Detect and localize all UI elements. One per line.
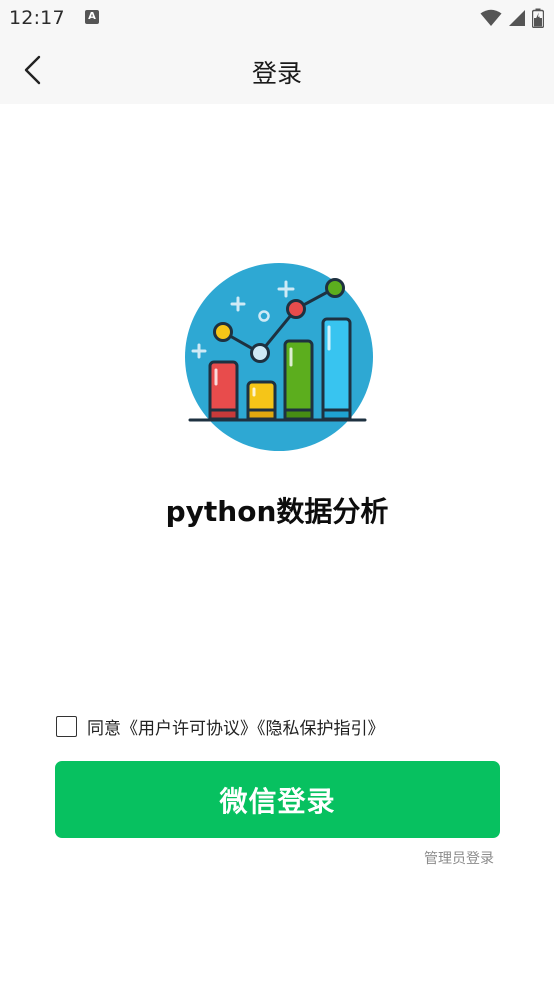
- a-icon: A: [85, 10, 99, 24]
- privacy-guide-link[interactable]: 《隐私保护指引》: [257, 719, 385, 739]
- admin-login-link[interactable]: 管理员登录: [424, 848, 494, 868]
- agreement-row: 同意《用户许可协议》《隐私保护指引》: [56, 714, 385, 739]
- user-license-link[interactable]: 《用户许可协议》: [121, 719, 257, 739]
- wifi-icon: [480, 9, 502, 26]
- nav-bar: 登录: [0, 36, 554, 104]
- status-bar: 12:17 A: [0, 0, 554, 36]
- agreement-checkbox[interactable]: [56, 715, 77, 737]
- app-name: python数据分析: [165, 495, 389, 528]
- agreement-text: 同意《用户许可协议》《隐私保护指引》: [87, 714, 385, 739]
- status-time: 12:17: [9, 7, 65, 29]
- page-title: 登录: [251, 59, 302, 88]
- agreement-prefix: 同意: [87, 718, 121, 739]
- status-icons: [480, 8, 544, 28]
- battery-icon: [532, 8, 544, 28]
- wechat-login-button[interactable]: 微信登录: [55, 761, 500, 838]
- bar-chart-logo-icon: [183, 262, 375, 454]
- signal-icon: [509, 10, 525, 26]
